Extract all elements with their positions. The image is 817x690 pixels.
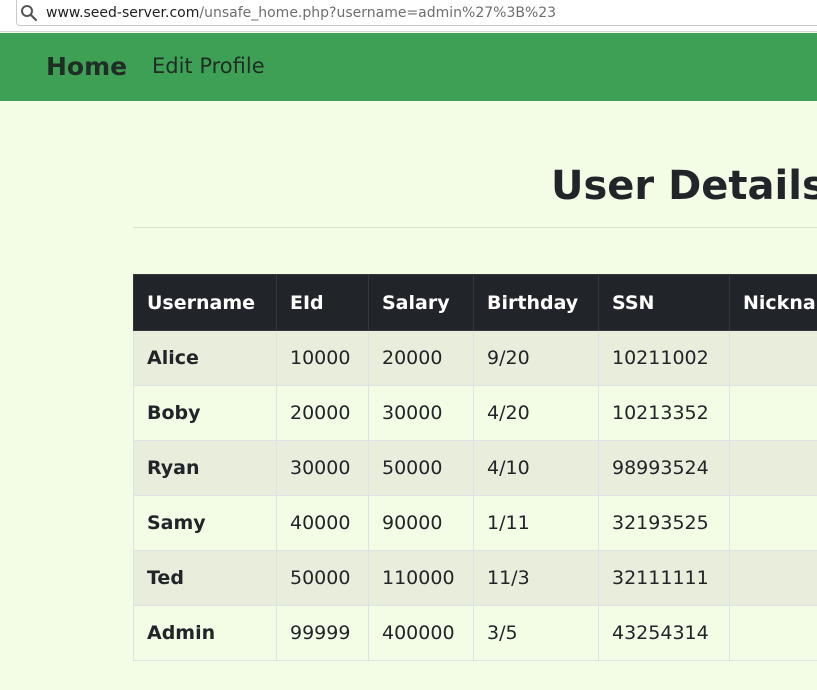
cell-username: Boby [133, 385, 277, 441]
cell-birthday: 4/10 [473, 440, 599, 496]
column-header-ssn: SSN [598, 274, 730, 331]
cell-salary: 110000 [368, 550, 474, 606]
cell-eid: 10000 [276, 330, 369, 386]
column-header-eid: EId [276, 274, 369, 331]
cell-username: Alice [133, 330, 277, 386]
cell-ssn: 32193525 [598, 495, 730, 551]
cell-birthday: 11/3 [473, 550, 599, 606]
browser-address-bar: www.seed-server.com/unsafe_home.php?user… [0, 0, 817, 32]
cell-eid: 40000 [276, 495, 369, 551]
cell-salary: 50000 [368, 440, 474, 496]
cell-username: Ted [133, 550, 277, 606]
cell-ssn: 43254314 [598, 605, 730, 661]
title-divider [133, 227, 817, 228]
cell-birthday: 9/20 [473, 330, 599, 386]
user-details-table: Username EId Salary Birthday SSN Nicknam… [133, 274, 817, 661]
column-header-birthday: Birthday [473, 274, 599, 331]
cell-username: Admin [133, 605, 277, 661]
url-text[interactable]: www.seed-server.com/unsafe_home.php?user… [46, 4, 556, 22]
table-row: Alice 10000 20000 9/20 10211002 [133, 330, 817, 386]
cell-birthday: 1/11 [473, 495, 599, 551]
table-row: Boby 20000 30000 4/20 10213352 [133, 385, 817, 441]
cell-eid: 30000 [276, 440, 369, 496]
cell-nickname [729, 605, 817, 661]
cell-nickname [729, 495, 817, 551]
table-row: Ryan 30000 50000 4/10 98993524 [133, 440, 817, 496]
column-header-nickname: Nickname [729, 274, 817, 331]
cell-salary: 20000 [368, 330, 474, 386]
nav-edit-profile-link[interactable]: Edit Profile [152, 52, 265, 80]
cell-salary: 90000 [368, 495, 474, 551]
cell-eid: 50000 [276, 550, 369, 606]
search-icon [21, 5, 38, 22]
cell-username: Ryan [133, 440, 277, 496]
column-header-username: Username [133, 274, 277, 331]
cell-nickname [729, 550, 817, 606]
cell-ssn: 32111111 [598, 550, 730, 606]
cell-birthday: 4/20 [473, 385, 599, 441]
table-header-row: Username EId Salary Birthday SSN Nicknam… [133, 274, 817, 331]
table-row: Samy 40000 90000 1/11 32193525 [133, 495, 817, 551]
cell-nickname [729, 440, 817, 496]
cell-username: Samy [133, 495, 277, 551]
cell-salary: 30000 [368, 385, 474, 441]
cell-salary: 400000 [368, 605, 474, 661]
url-path: /unsafe_home.php?username=admin%27%3B%23 [199, 5, 557, 21]
page-title: User Details [551, 163, 817, 209]
nav-home-link[interactable]: Home [46, 52, 127, 82]
table-row: Admin 99999 400000 3/5 43254314 [133, 605, 817, 661]
cell-nickname [729, 385, 817, 441]
cell-ssn: 10211002 [598, 330, 730, 386]
table-row: Ted 50000 110000 11/3 32111111 [133, 550, 817, 606]
user-details-table-container: Username EId Salary Birthday SSN Nicknam… [133, 274, 817, 664]
url-domain: www.seed-server.com [46, 5, 200, 21]
navbar: Home Edit Profile [0, 33, 817, 101]
cell-eid: 99999 [276, 605, 369, 661]
cell-eid: 20000 [276, 385, 369, 441]
column-header-salary: Salary [368, 274, 474, 331]
cell-nickname [729, 330, 817, 386]
cell-birthday: 3/5 [473, 605, 599, 661]
cell-ssn: 98993524 [598, 440, 730, 496]
cell-ssn: 10213352 [598, 385, 730, 441]
